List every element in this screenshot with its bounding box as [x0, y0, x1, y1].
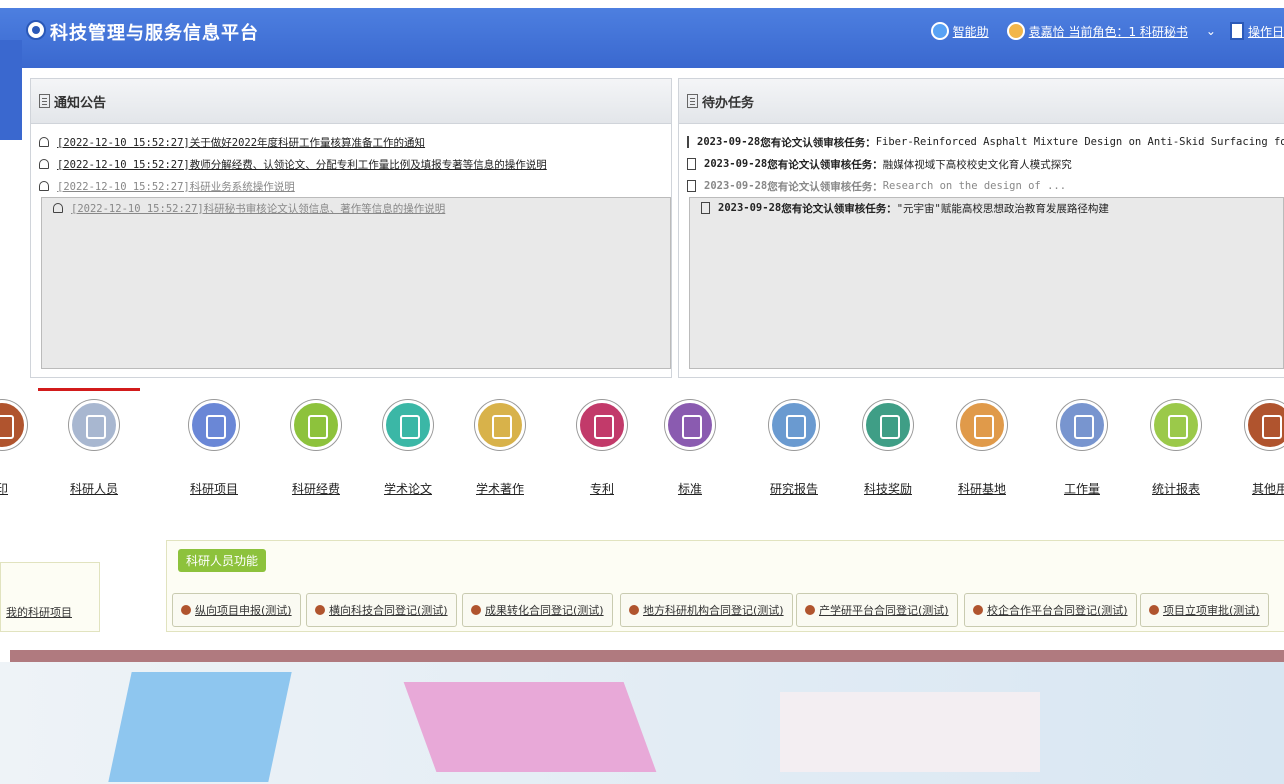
notice-panel-title: 通知公告: [54, 95, 107, 111]
list-item[interactable]: [2022-12-10 15:52:27]科研秘书审核论文认领信息、著作等信息的…: [31, 197, 671, 219]
awards-search-icon: [863, 400, 913, 450]
notice-panel: 通知公告 [2022-12-10 15:52:27]关于做好2022年度科研工作…: [30, 78, 672, 378]
bell-icon: [39, 159, 49, 169]
module-funds[interactable]: 科研经费: [276, 396, 356, 497]
list-item[interactable]: 2023-09-28 您有论文认领审核任务： 融媒体视域下高校校史文化育人模式探究: [679, 153, 1284, 175]
function-button[interactable]: 项目立项审批(测试): [1140, 593, 1269, 627]
task-icon: [687, 158, 696, 170]
module-standards[interactable]: 标准: [650, 396, 730, 497]
list-item[interactable]: [2022-12-10 15:52:27]科研业务系统操作说明: [31, 175, 671, 197]
module-reports[interactable]: 研究报告: [754, 396, 834, 497]
document-icon: [1229, 22, 1244, 40]
module-papers[interactable]: 学术论文: [368, 396, 448, 497]
my-projects-link[interactable]: 我的科研项目: [6, 604, 72, 620]
books-icon: [475, 400, 525, 450]
calendar-icon: [687, 94, 698, 108]
bell-icon: [53, 203, 63, 213]
workload-icon: [1057, 400, 1107, 450]
user-avatar-icon: [1006, 22, 1025, 40]
todo-list: 2023-09-28 您有论文认领审核任务： Fiber-Reinforced As…: [679, 131, 1284, 219]
my-projects-box: [0, 562, 100, 632]
function-button[interactable]: 成果转化合同登记(测试): [462, 593, 613, 627]
function-button[interactable]: 地方科研机构合同登记(测试): [620, 593, 793, 627]
gear-icon: [805, 605, 815, 615]
module-researchers[interactable]: 科研人员: [54, 396, 134, 497]
banner-shape: [403, 682, 657, 772]
todo-panel-title: 待办任务: [702, 95, 755, 111]
gear-icon: [973, 605, 983, 615]
banner-shape: [108, 672, 292, 782]
footer-divider-bar: [10, 650, 1284, 662]
top-header: 科技管理与服务信息平台 智能助 袁嘉恰 当前角色：1 科研秘书 ⌄ 操作日: [0, 8, 1284, 68]
list-item[interactable]: 2023-09-28 您有论文认领审核任务： "元宇宙"赋能高校思想政治教育发展路径…: [679, 197, 1284, 219]
task-icon: [701, 202, 710, 214]
gear-icon: [471, 605, 481, 615]
gear-icon: [629, 605, 639, 615]
operation-log-link[interactable]: 操作日: [1229, 22, 1284, 40]
projects-icon: [189, 400, 239, 450]
module-projects[interactable]: 科研项目: [174, 396, 254, 497]
list-item[interactable]: [2022-12-10 15:52:27]关于做好2022年度科研工作量核算准备…: [31, 131, 671, 153]
task-icon: [687, 136, 689, 148]
left-side-strip: [0, 40, 22, 140]
bases-icon: [957, 400, 1007, 450]
user-role-label: 袁嘉恰 当前角色：1 科研秘书: [1028, 24, 1188, 39]
banner-shape: [780, 692, 1040, 772]
list-item[interactable]: 2023-09-28 您有论文认领审核任务： Fiber-Reinforced As…: [679, 131, 1284, 153]
assistant-icon: [930, 22, 949, 40]
app-title: 科技管理与服务信息平台: [50, 23, 259, 44]
print-module-icon: [0, 400, 27, 450]
module-print[interactable]: 印: [0, 396, 42, 497]
university-logo-icon: [26, 20, 46, 40]
gear-icon: [315, 605, 325, 615]
role-dropdown-chevron-icon[interactable]: ⌄: [1206, 24, 1216, 38]
list-item[interactable]: 2023-09-28 您有论文认领审核任务： Research on the des…: [679, 175, 1284, 197]
module-bar: 印 科研人员 科研项目 科研经费 学术论文 学术著作 专利 标准 研究报告 科技…: [0, 396, 1284, 516]
assistant-link[interactable]: 智能助: [930, 22, 989, 40]
patents-icon: [577, 400, 627, 450]
background-banner: [0, 662, 1284, 784]
function-button[interactable]: 纵向项目申报(测试): [172, 593, 301, 627]
todo-panel-header: 待办任务: [679, 79, 1284, 124]
list-item[interactable]: [2022-12-10 15:52:27]教师分解经费、认领论文、分配专利工作量…: [31, 153, 671, 175]
todo-scroll-area[interactable]: [689, 197, 1284, 369]
user-area: 智能助 袁嘉恰 当前角色：1 科研秘书 ⌄ 操作日: [930, 22, 1284, 40]
reports-icon: [769, 400, 819, 450]
bell-icon: [39, 137, 49, 147]
operation-log-label: 操作日: [1247, 24, 1284, 39]
notice-scroll-area[interactable]: [41, 197, 671, 369]
module-bases[interactable]: 科研基地: [942, 396, 1022, 497]
gear-icon: [181, 605, 191, 615]
module-patents[interactable]: 专利: [562, 396, 642, 497]
module-workload[interactable]: 工作量: [1042, 396, 1122, 497]
researcher-function-tag: 科研人员功能: [178, 549, 267, 572]
other-gear-icon: [1245, 400, 1284, 450]
notice-panel-header: 通知公告: [31, 79, 671, 124]
bell-icon: [39, 181, 49, 191]
todo-panel: 待办任务 2023-09-28 您有论文认领审核任务： Fiber-Reinforc…: [678, 78, 1284, 378]
standards-icon: [665, 400, 715, 450]
module-other[interactable]: 其他用: [1230, 396, 1284, 497]
user-role-link[interactable]: 袁嘉恰 当前角色：1 科研秘书: [1006, 22, 1188, 40]
task-icon: [687, 180, 696, 192]
gear-icon: [1149, 605, 1159, 615]
notice-list: [2022-12-10 15:52:27]关于做好2022年度科研工作量核算准备…: [31, 131, 671, 219]
statistics-chart-icon: [1151, 400, 1201, 450]
function-button[interactable]: 产学研平台合同登记(测试): [796, 593, 958, 627]
funds-icon: [291, 400, 341, 450]
function-button[interactable]: 横向科技合同登记(测试): [306, 593, 457, 627]
papers-icon: [383, 400, 433, 450]
module-statistics[interactable]: 统计报表: [1136, 396, 1216, 497]
notice-icon: [39, 94, 50, 108]
function-button[interactable]: 校企合作平台合同登记(测试): [964, 593, 1137, 627]
module-books[interactable]: 学术著作: [460, 396, 540, 497]
researchers-icon: [69, 400, 119, 450]
assistant-label: 智能助: [952, 24, 989, 39]
module-awards[interactable]: 科技奖励: [848, 396, 928, 497]
